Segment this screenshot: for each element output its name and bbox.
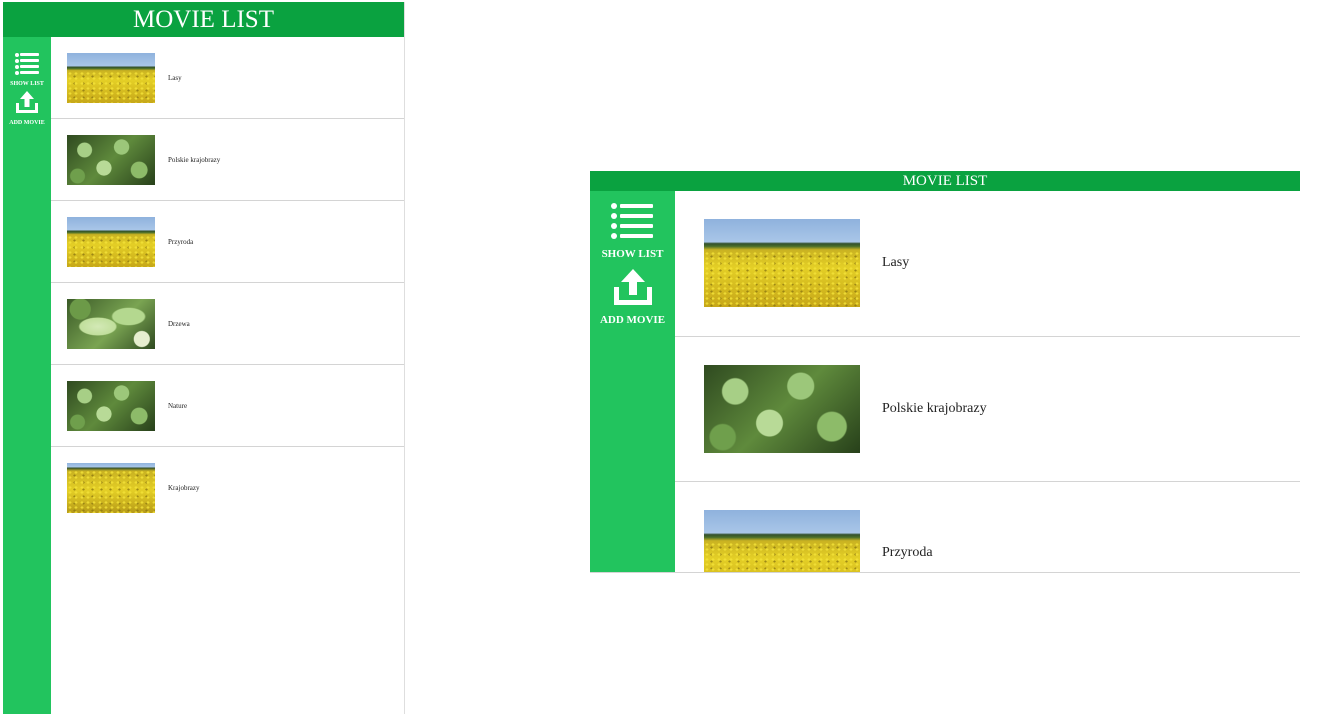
list-icon xyxy=(611,202,654,239)
movie-list-item[interactable]: Polskie krajobrazy xyxy=(51,119,404,201)
movie-thumbnail xyxy=(704,510,860,572)
movie-title: Polskie krajobrazy xyxy=(882,400,987,416)
show-list-label: SHOW LIST xyxy=(10,81,44,87)
sidebar: SHOW LIST ADD MOVIE xyxy=(590,191,675,572)
movie-title: Lasy xyxy=(882,255,910,271)
movie-thumbnail xyxy=(67,380,155,431)
movie-thumbnail xyxy=(67,216,155,267)
show-list-button[interactable]: SHOW LIST xyxy=(601,202,664,260)
movie-title: Krajobrazy xyxy=(168,484,200,492)
movie-list-item[interactable]: Nature xyxy=(51,365,404,447)
movie-list-item[interactable]: Przyroda xyxy=(51,201,404,283)
movie-thumbnail xyxy=(67,463,155,513)
list-icon xyxy=(15,52,39,75)
sidebar: SHOW LIST ADD MOVIE xyxy=(3,37,51,714)
movie-thumbnail xyxy=(67,52,155,103)
movie-thumbnail xyxy=(704,364,860,453)
movie-thumbnail xyxy=(704,219,860,308)
movie-app-mobile: MOVIE LIST SHOW LIST ADD MOVIE Lasy Pols… xyxy=(3,2,405,714)
movie-thumbnail xyxy=(67,298,155,349)
movie-list-item[interactable]: Lasy xyxy=(675,191,1300,337)
add-movie-label: ADD MOVIE xyxy=(599,314,666,326)
movie-list-item[interactable]: Przyroda xyxy=(675,482,1300,572)
add-movie-button[interactable]: ADD MOVIE xyxy=(600,269,665,326)
movie-list-item[interactable]: Drzewa xyxy=(51,283,404,365)
movie-title: Nature xyxy=(168,401,188,410)
movie-title: Polskie krajobrazy xyxy=(168,155,221,164)
movie-thumbnail xyxy=(67,134,155,185)
show-list-label: SHOW LIST xyxy=(601,248,664,260)
movie-title: Przyroda xyxy=(882,545,933,560)
movie-list: Lasy Polskie krajobrazy Przyroda Drzewa … xyxy=(51,37,404,714)
page-title: MOVIE LIST xyxy=(3,2,404,37)
movie-list: Lasy Polskie krajobrazy Przyroda xyxy=(675,191,1300,572)
movie-title: Drzewa xyxy=(168,319,190,328)
movie-list-item[interactable]: Polskie krajobrazy xyxy=(675,337,1300,482)
show-list-button[interactable]: SHOW LIST xyxy=(10,52,44,87)
upload-icon xyxy=(613,269,652,305)
movie-title: Przyroda xyxy=(168,237,194,246)
add-movie-button[interactable]: ADD MOVIE xyxy=(9,91,45,126)
page-title: MOVIE LIST xyxy=(590,171,1300,191)
movie-app-desktop: MOVIE LIST SHOW LIST ADD MOVIE Lasy Pols… xyxy=(590,171,1300,573)
movie-title: Lasy xyxy=(168,73,182,82)
add-movie-label: ADD MOVIE xyxy=(9,120,45,126)
movie-list-item[interactable]: Lasy xyxy=(51,37,404,119)
upload-icon xyxy=(16,91,38,113)
movie-list-item[interactable]: Krajobrazy xyxy=(51,447,404,529)
